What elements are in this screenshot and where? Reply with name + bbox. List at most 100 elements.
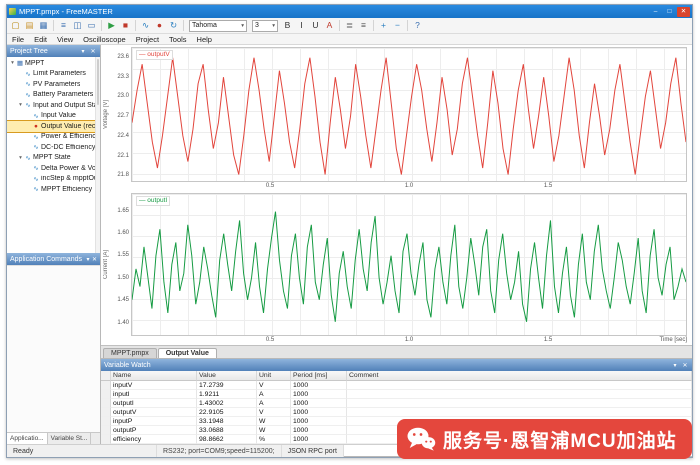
- app-commands-header: Application Commands ▾ ✕: [7, 253, 100, 265]
- tree-item-dc-dc-efficiency[interactable]: ∿DC-DC Efficiency: [7, 142, 100, 153]
- watch-row-inputi[interactable]: inputI1.9211A1000: [101, 390, 692, 399]
- close-icon[interactable]: ✕: [89, 48, 97, 55]
- tab-mppt-pmpx[interactable]: MPPT.pmpx: [103, 348, 157, 358]
- tree-item-mppt[interactable]: ▾▦MPPT: [7, 58, 100, 69]
- close-icon[interactable]: ✕: [681, 362, 689, 369]
- plot-area[interactable]: — outputI: [131, 193, 687, 336]
- watch-cell-name: outputI: [111, 399, 197, 408]
- y-tick-label: 23.3: [117, 74, 129, 80]
- zoom-in-icon[interactable]: +: [377, 19, 390, 32]
- align-center-icon[interactable]: ≡: [357, 19, 370, 32]
- stop-communication-icon[interactable]: ■: [119, 19, 132, 32]
- open-project-icon[interactable]: ▤: [23, 19, 36, 32]
- tree-item-input-and-output-state[interactable]: ▾∿Input and Output State: [7, 100, 100, 111]
- tree-item-output-value-recording[interactable]: ●Output Value (recording): [7, 121, 100, 132]
- new-project-icon[interactable]: ▢: [9, 19, 22, 32]
- scope-chart-outputv[interactable]: Voltage [V] 23.623.323.022.722.422.121.8…: [101, 45, 692, 191]
- menu-item-view[interactable]: View: [52, 35, 78, 44]
- menu-item-edit[interactable]: Edit: [29, 35, 52, 44]
- zoom-out-icon[interactable]: −: [391, 19, 404, 32]
- title-bar[interactable]: MPPT.pmpx - FreeMASTER – □ ✕: [7, 5, 692, 18]
- y-tick-label: 1.45: [117, 297, 129, 303]
- tree-item-incstep-mpptout[interactable]: ∿incStep & mpptOut: [7, 174, 100, 185]
- maximize-button[interactable]: □: [663, 7, 676, 17]
- tree-scrollbar[interactable]: [95, 57, 100, 253]
- font-size-select[interactable]: 3▾: [252, 20, 278, 32]
- watch-row-gutter: [101, 390, 111, 399]
- start-communication-icon[interactable]: ▶: [105, 19, 118, 32]
- app-commands-toggle-icon[interactable]: ▭: [85, 19, 98, 32]
- y-tick-label: 22.4: [117, 133, 129, 139]
- variable-watch-toggle-icon[interactable]: ◫: [71, 19, 84, 32]
- new-recorder-icon[interactable]: ●: [153, 19, 166, 32]
- watch-cell-name: efficiency: [111, 435, 197, 444]
- toolbar-separator: [53, 20, 54, 31]
- tree-item-mppt-state[interactable]: ▾∿MPPT State: [7, 153, 100, 164]
- panel-menu-icon[interactable]: ▾: [86, 256, 90, 263]
- watch-row-inputv[interactable]: inputV17.2739V1000: [101, 381, 692, 390]
- align-left-icon[interactable]: ≣: [343, 19, 356, 32]
- close-icon[interactable]: ✕: [92, 256, 97, 263]
- minimize-button[interactable]: –: [649, 7, 662, 17]
- tree-item-label: Battery Parameters: [33, 91, 93, 98]
- underline-icon[interactable]: U: [309, 19, 322, 32]
- tree-expander-icon[interactable]: ▾: [17, 102, 24, 108]
- scope-chart-outputi[interactable]: Current [A] 1.651.601.551.501.451.40 — o…: [101, 191, 692, 345]
- new-scope-icon[interactable]: ∿: [139, 19, 152, 32]
- menu-item-file[interactable]: File: [7, 35, 29, 44]
- italic-icon[interactable]: I: [295, 19, 308, 32]
- app-icon: [9, 8, 16, 15]
- sidebar-tab-variable-st[interactable]: Variable St...: [48, 433, 92, 444]
- watch-cell-name: outputP: [111, 426, 197, 435]
- tree-item-mppt-efficiency[interactable]: ∿MPPT Efficiency: [7, 184, 100, 195]
- watermark-banner: 服务号·恩智浦MCU加油站: [397, 419, 692, 459]
- watermark-text: 服务号·恩智浦MCU加油站: [443, 426, 677, 453]
- help-icon[interactable]: ?: [411, 19, 424, 32]
- watch-column-value: Value: [197, 371, 257, 381]
- bold-icon[interactable]: B: [281, 19, 294, 32]
- tree-item-label: PV Parameters: [33, 81, 80, 88]
- tree-expander-icon[interactable]: ▾: [9, 60, 16, 66]
- y-tick-label: 1.40: [117, 320, 129, 326]
- scope-page-icon: ∿: [24, 91, 32, 99]
- watch-cell-comment: [347, 408, 692, 417]
- x-tick-label: 1.0: [405, 337, 413, 343]
- project-tree-toggle-icon[interactable]: ≡: [57, 19, 70, 32]
- menu-item-help[interactable]: Help: [192, 35, 217, 44]
- scrollbar-thumb[interactable]: [97, 59, 99, 105]
- toolbar: ▢▤▦≡◫▭▶■∿●↻Tahoma▾3▾BIUA≣≡+−?: [7, 18, 692, 34]
- tree-item-battery-parameters[interactable]: ∿Battery Parameters: [7, 90, 100, 101]
- menu-item-oscilloscope[interactable]: Oscilloscope: [78, 35, 131, 44]
- sidebar-tab-applicatio[interactable]: Applicatio...: [7, 433, 48, 444]
- watch-cell-period-ms: 1000: [291, 390, 347, 399]
- menu-item-project[interactable]: Project: [131, 35, 164, 44]
- watch-row-gutter: [101, 371, 111, 381]
- tree-item-pv-parameters[interactable]: ∿PV Parameters: [7, 79, 100, 90]
- watch-row-outputi[interactable]: outputI1.43002A1000: [101, 399, 692, 408]
- font-family-select[interactable]: Tahoma▾: [189, 20, 247, 32]
- x-tick-label: 1.5: [544, 183, 552, 189]
- tree-expander-icon[interactable]: ▾: [17, 155, 24, 161]
- watch-cell-period-ms: 1000: [291, 408, 347, 417]
- menu-item-tools[interactable]: Tools: [164, 35, 192, 44]
- plot-area[interactable]: — outputV: [131, 47, 687, 182]
- scope-page-icon: ∿: [32, 112, 40, 120]
- panel-menu-icon[interactable]: ▾: [79, 48, 87, 55]
- project-icon: ▦: [16, 59, 24, 67]
- tree-item-input-value[interactable]: ∿Input Value: [7, 111, 100, 122]
- y-tick-label: 1.55: [117, 252, 129, 258]
- tree-item-power-efficiency[interactable]: ∿Power & Efficiency: [7, 132, 100, 143]
- watch-cell-unit: W: [257, 417, 291, 426]
- watch-cell-unit: V: [257, 408, 291, 417]
- watch-row-outputv[interactable]: outputV22.9105V1000: [101, 408, 692, 417]
- tree-item-limit-parameters[interactable]: ∿Limit Parameters: [7, 69, 100, 80]
- watch-column-unit: Unit: [257, 371, 291, 381]
- tab-output-value[interactable]: Output Value: [158, 348, 217, 358]
- save-project-icon[interactable]: ▦: [37, 19, 50, 32]
- text-color-icon[interactable]: A: [323, 19, 336, 32]
- y-axis-ticks: 1.651.601.551.501.451.40: [111, 193, 131, 336]
- panel-menu-icon[interactable]: ▾: [671, 362, 679, 369]
- close-button[interactable]: ✕: [677, 7, 690, 17]
- refresh-icon[interactable]: ↻: [167, 19, 180, 32]
- tree-item-delta-power-voltage[interactable]: ∿Delta Power & Voltage: [7, 163, 100, 174]
